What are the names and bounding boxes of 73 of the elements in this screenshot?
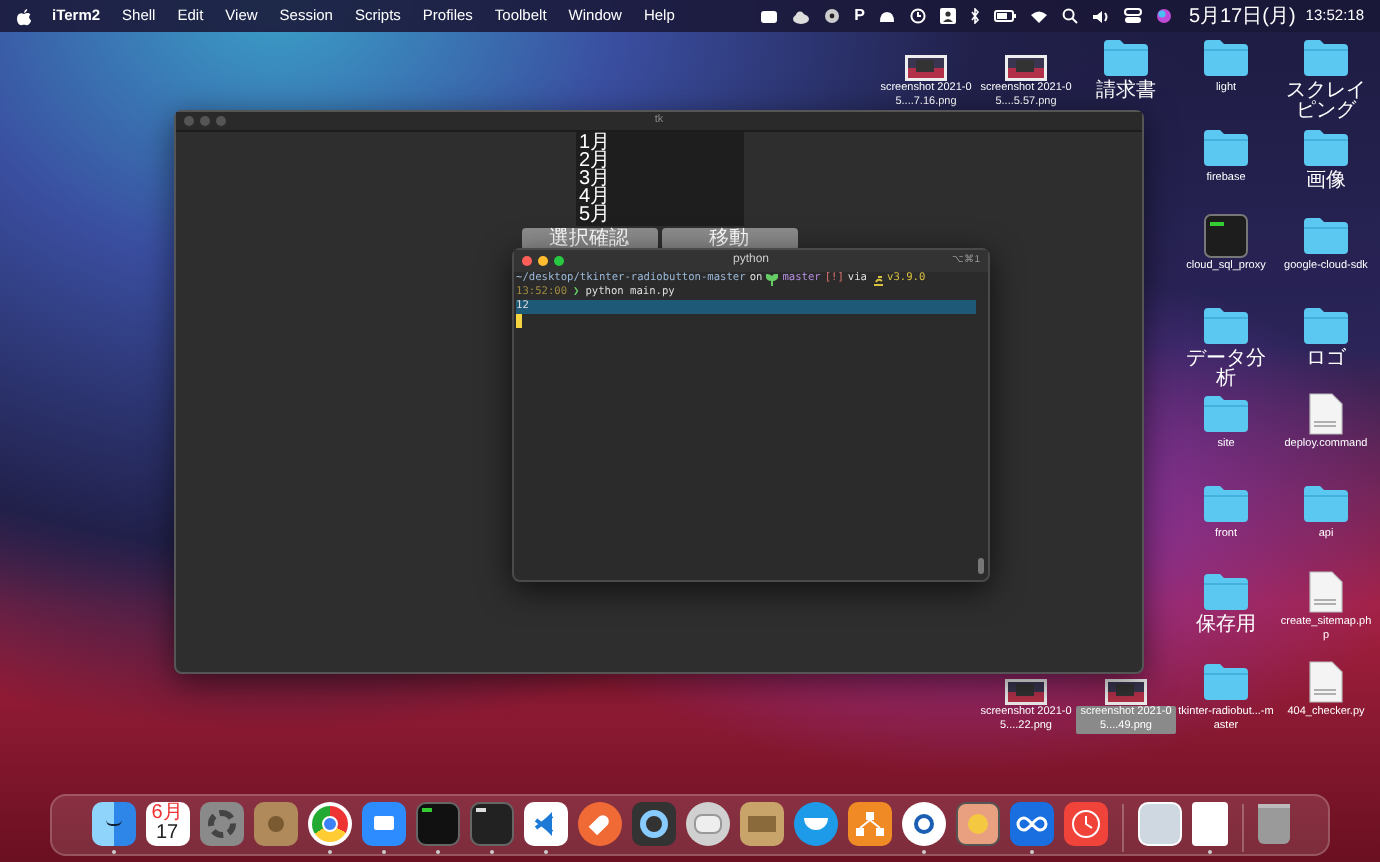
document-icon[interactable] (1308, 570, 1344, 614)
speaker-icon[interactable] (1092, 9, 1111, 23)
desktop-icon-label[interactable]: スクレイピング (1276, 82, 1376, 122)
list-item[interactable]: 1月 (579, 134, 739, 152)
gear-icon[interactable] (199, 801, 243, 845)
battery-icon[interactable] (994, 10, 1017, 22)
image-thumbnail-icon[interactable] (1104, 677, 1148, 705)
document-icon[interactable] (1308, 392, 1344, 436)
desktop-icon-label[interactable]: 画像 (1304, 171, 1348, 191)
desktop-icon-label[interactable]: ロゴ (1304, 349, 1348, 369)
clock-icon[interactable] (1063, 801, 1107, 845)
running-indicator (327, 849, 331, 853)
image-thumbnail-icon[interactable] (1004, 677, 1048, 705)
zoom-button[interactable] (554, 256, 564, 266)
photo-placeholder[interactable] (1137, 801, 1181, 845)
folder-icon[interactable] (1202, 572, 1250, 612)
running-indicator (921, 849, 925, 853)
running-indicator (1207, 849, 1211, 853)
running-indicator (489, 849, 493, 853)
clock-icon[interactable] (910, 8, 927, 24)
running-indicator (543, 849, 547, 853)
running-indicator (435, 849, 439, 853)
terminal-icon[interactable] (469, 801, 513, 845)
folder-icon[interactable] (1302, 38, 1350, 78)
list-item[interactable]: 4月 (579, 188, 739, 206)
document-icon[interactable] (1308, 659, 1344, 703)
folder-icon[interactable] (1302, 216, 1350, 256)
cloud-icon[interactable] (792, 9, 811, 23)
code-editor-icon[interactable] (523, 801, 567, 845)
hat-icon[interactable] (878, 9, 897, 23)
desktop-icon-label[interactable]: 保存用 (1194, 616, 1258, 636)
image-thumbnail-icon[interactable] (1004, 54, 1048, 82)
bluetooth-icon[interactable] (970, 8, 981, 24)
magnifier-app-icon[interactable] (631, 801, 675, 845)
scrollbar-thumb[interactable] (978, 558, 984, 574)
desktop-icon-label[interactable]: データ分析 (1176, 349, 1276, 389)
close-button[interactable] (522, 256, 532, 266)
screen-icon[interactable] (760, 9, 779, 23)
list-item[interactable]: 2月 (579, 152, 739, 170)
status-letter[interactable]: P (854, 4, 865, 28)
list-item[interactable]: 3月 (579, 170, 739, 188)
apple-logo-icon[interactable] (16, 7, 32, 25)
terminal-icon[interactable] (1204, 214, 1248, 258)
diagram-icon[interactable] (847, 801, 891, 845)
running-indicator (1029, 849, 1033, 853)
disc-icon[interactable] (824, 8, 841, 24)
face-app-icon[interactable] (91, 801, 135, 845)
image-thumbnail-icon[interactable] (904, 54, 948, 82)
orb-icon[interactable] (1156, 8, 1173, 24)
list-item[interactable]: 5月 (579, 206, 739, 224)
wifi-icon[interactable] (1030, 9, 1049, 23)
folder-icon[interactable] (1202, 38, 1250, 78)
desktop-icon-label[interactable]: 請求書 (1094, 82, 1158, 102)
terminal-icon[interactable] (415, 801, 459, 845)
infinity-icon[interactable] (1009, 801, 1053, 845)
sprout-icon (766, 273, 779, 285)
minimize-button[interactable] (538, 256, 548, 266)
calendar-month: 6月 (151, 803, 183, 823)
folder-icon[interactable] (1202, 394, 1250, 434)
month-listbox[interactable]: 1月 2月 3月 4月 5月 (575, 132, 743, 226)
menu-bar-date[interactable]: 5月17日(月) (1188, 1, 1296, 31)
contacts-book-icon[interactable] (253, 801, 297, 845)
video-camera-icon[interactable] (361, 801, 405, 845)
archive-box-icon[interactable] (739, 801, 783, 845)
toggles-icon[interactable] (1124, 8, 1143, 24)
running-indicator (381, 849, 385, 853)
calendar-icon[interactable]: 6月 17 (145, 801, 189, 845)
search-icon[interactable] (1062, 8, 1079, 24)
person-icon[interactable] (940, 8, 957, 24)
calendar-day: 17 (155, 823, 179, 843)
running-indicator (111, 849, 115, 853)
folder-icon[interactable] (1102, 38, 1150, 78)
document-icon[interactable] (1191, 801, 1227, 845)
